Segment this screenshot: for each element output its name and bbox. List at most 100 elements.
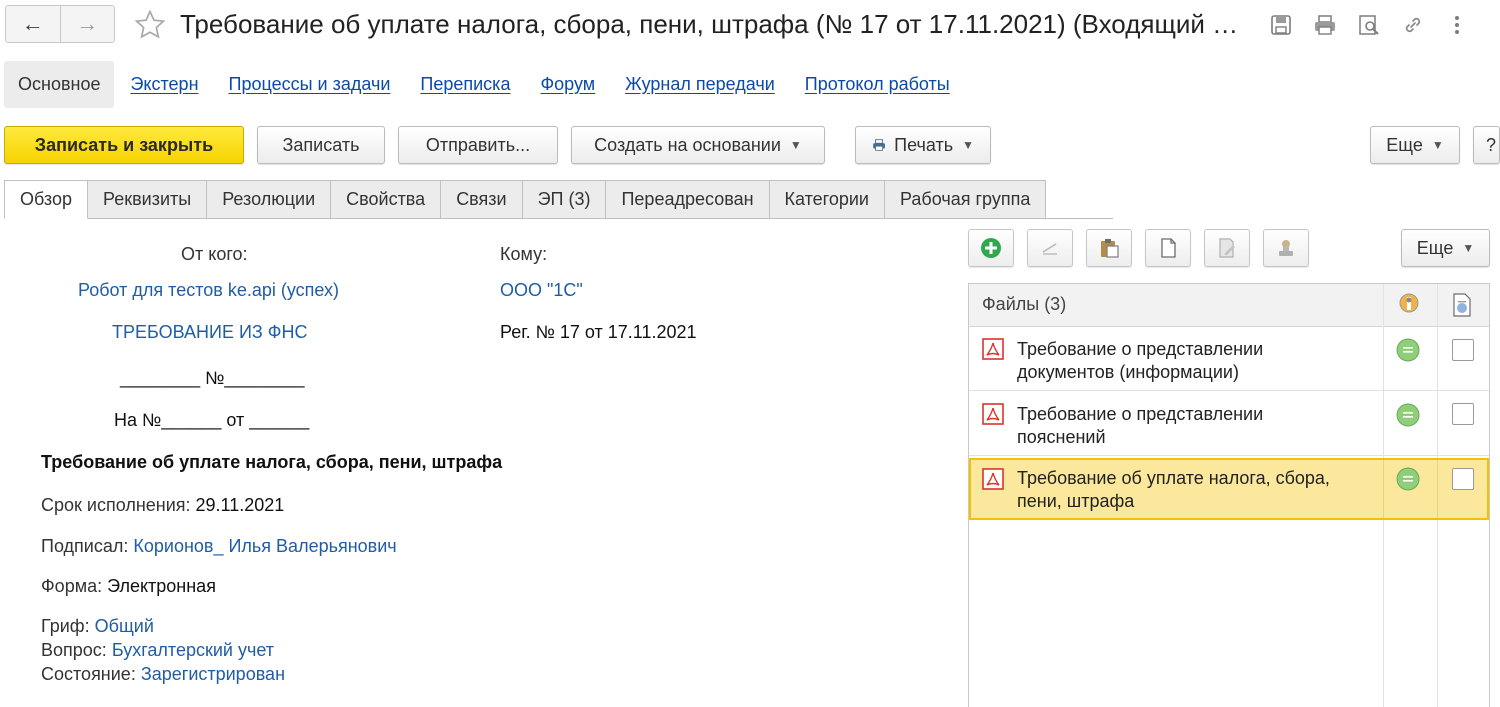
files-more-button[interactable]: Еще ▼	[1401, 229, 1490, 267]
help-button[interactable]: ?	[1473, 126, 1500, 164]
grif-value-link[interactable]: Общий	[95, 616, 154, 636]
nav-forum[interactable]: Форум	[540, 74, 595, 95]
column-divider	[1437, 460, 1438, 518]
stamp-button[interactable]	[1263, 229, 1309, 267]
favorite-star-icon[interactable]	[130, 5, 170, 45]
grif-field: Гриф: Общий	[41, 616, 154, 637]
grif-label: Гриф:	[41, 616, 90, 636]
nav-correspondence[interactable]: Переписка	[420, 74, 510, 95]
more-vertical-icon[interactable]	[1442, 10, 1472, 40]
document-edit-icon	[1219, 238, 1235, 258]
question-label: Вопрос:	[41, 640, 107, 660]
file-name: Требование о представлении пояснений	[1017, 403, 1377, 449]
file-name-line: Требование об уплате налога, сбора,	[1017, 468, 1330, 488]
history-nav: ← →	[5, 5, 115, 43]
status-label: Состояние:	[41, 664, 136, 684]
file-name-line: Требование о представлении	[1017, 339, 1264, 359]
pdf-file-icon	[981, 467, 1005, 496]
back-arrow-icon[interactable]: ←	[6, 6, 60, 42]
signature-column-icon	[1397, 292, 1421, 323]
pdf-file-icon	[981, 402, 1005, 431]
signed-field: Подписал: Корионов_ Илья Валерьянович	[41, 536, 397, 557]
link-icon[interactable]	[1398, 10, 1428, 40]
save-disk-icon[interactable]	[1266, 10, 1296, 40]
pdf-file-icon	[981, 337, 1005, 366]
document-kind-link[interactable]: ТРЕБОВАНИЕ ИЗ ФНС	[112, 322, 307, 343]
create-based-on-button[interactable]: Создать на основании ▼	[571, 126, 825, 164]
printer-icon[interactable]	[1310, 10, 1340, 40]
document-subject: Требование об уплате налога, сбора, пени…	[41, 452, 503, 472]
nav-processes[interactable]: Процессы и задачи	[229, 74, 391, 95]
form-field: Форма: Электронная	[41, 576, 216, 597]
file-name-line: пени, штрафа	[1017, 491, 1135, 511]
reference-number-line: На №______ от ______	[114, 410, 310, 430]
question-field: Вопрос: Бухгалтерский учет	[41, 640, 274, 661]
file-checkbox[interactable]	[1452, 339, 1474, 361]
outgoing-number-line: ________ №________	[120, 368, 305, 388]
form-label: Форма:	[41, 576, 103, 596]
tab-redirected[interactable]: Переадресован	[606, 180, 770, 219]
more-label: Еще	[1386, 134, 1423, 155]
title-tools	[1266, 10, 1472, 40]
files-more-label: Еще	[1416, 237, 1454, 258]
nav-work-protocol[interactable]: Протокол работы	[805, 74, 950, 95]
file-checkbox[interactable]	[1452, 468, 1474, 490]
blank-document-icon	[1161, 238, 1176, 258]
dropdown-caret-icon: ▼	[1462, 241, 1475, 255]
new-document-button[interactable]	[1145, 229, 1191, 267]
file-name: Требование о представлении документов (и…	[1017, 338, 1377, 384]
deadline-field: Срок исполнения: 29.11.2021	[41, 495, 284, 516]
deadline-value: 29.11.2021	[195, 495, 285, 515]
files-header-label: Файлы (3)	[982, 294, 1067, 314]
form-value: Электронная	[107, 576, 216, 596]
print-button[interactable]: Печать ▼	[855, 126, 991, 164]
status-ok-icon	[1395, 402, 1421, 433]
tab-requisites[interactable]: Реквизиты	[88, 180, 208, 219]
tab-overview[interactable]: Обзор	[4, 180, 88, 219]
clipboard-icon	[1101, 239, 1119, 258]
save-and-close-button[interactable]: Записать и закрыть	[4, 126, 244, 164]
nav-transfer-log[interactable]: Журнал передачи	[625, 74, 775, 95]
status-ok-icon	[1395, 337, 1421, 368]
window-title: Требование об уплате налога, сбора, пени…	[180, 9, 1250, 39]
edit-file-button[interactable]	[1027, 229, 1073, 267]
paste-file-button[interactable]	[1086, 229, 1132, 267]
dropdown-caret-icon: ▼	[1431, 138, 1444, 152]
status-value-link[interactable]: Зарегистрирован	[141, 664, 285, 684]
send-button[interactable]: Отправить...	[398, 126, 558, 164]
create-based-on-label: Создать на основании	[594, 134, 781, 155]
to-label: Кому:	[500, 244, 548, 264]
status-field: Состояние: Зарегистрирован	[41, 664, 285, 685]
save-button[interactable]: Записать	[257, 126, 385, 164]
tab-properties[interactable]: Свойства	[331, 180, 442, 219]
file-checkbox[interactable]	[1452, 403, 1474, 425]
tab-strip: Обзор Реквизиты Резолюции Свойства Связи…	[4, 180, 1047, 219]
file-name-line: документов (информации)	[1017, 362, 1239, 382]
file-name-line: Требование о представлении	[1017, 404, 1264, 424]
print-label: Печать	[894, 134, 954, 155]
edit-document-button[interactable]	[1204, 229, 1250, 267]
add-file-button[interactable]	[968, 229, 1014, 267]
signed-value-link[interactable]: Корионов_ Илья Валерьянович	[133, 536, 396, 556]
question-value-link[interactable]: Бухгалтерский учет	[112, 640, 274, 660]
tab-categories[interactable]: Категории	[769, 180, 885, 219]
tab-links[interactable]: Связи	[441, 180, 523, 219]
forward-arrow-icon[interactable]: →	[59, 6, 115, 42]
to-value-link[interactable]: ООО "1С"	[500, 280, 583, 301]
more-button[interactable]: Еще ▼	[1370, 126, 1460, 164]
status-ok-icon	[1395, 466, 1421, 497]
add-plus-icon	[981, 238, 1001, 258]
nav-main[interactable]: Основное	[4, 60, 115, 108]
tab-signatures[interactable]: ЭП (3)	[522, 180, 607, 219]
preview-search-icon[interactable]	[1354, 10, 1384, 40]
from-label: От кого:	[181, 244, 248, 264]
tab-resolutions[interactable]: Резолюции	[207, 180, 332, 219]
nav-extern[interactable]: Экстерн	[130, 74, 198, 95]
tab-work-group[interactable]: Рабочая группа	[884, 180, 1047, 219]
from-value-link[interactable]: Робот для тестов ke.api (успех)	[78, 280, 339, 301]
print-icon	[873, 139, 885, 151]
registration-number: Рег. № 17 от 17.11.2021	[500, 322, 697, 342]
section-nav: Основное Экстерн Процессы и задачи Переп…	[4, 58, 980, 110]
signed-label: Подписал:	[41, 536, 129, 556]
file-name: Требование об уплате налога, сбора, пени…	[1017, 467, 1377, 513]
